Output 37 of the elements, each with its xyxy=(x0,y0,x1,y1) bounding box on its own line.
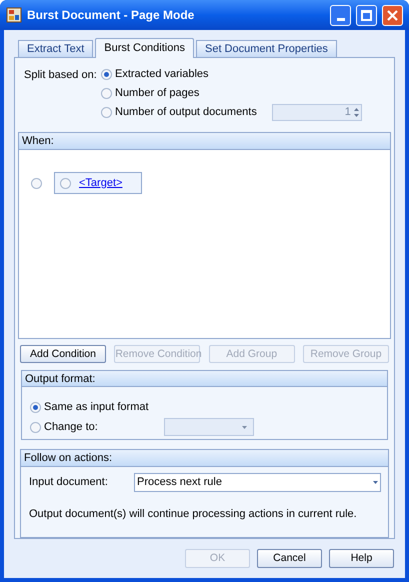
group-header: When: xyxy=(19,133,390,150)
option-label: Change to: xyxy=(44,420,99,436)
split-label: Split based on: xyxy=(24,68,98,83)
note-text: Output document(s) will continue processing actions in current rule. xyxy=(28,507,358,522)
radio-button[interactable] xyxy=(30,402,41,413)
button[interactable]: Cancel xyxy=(257,549,322,568)
input-document-label: Input document: xyxy=(29,475,109,490)
window-title: Burst Document - Page Mode xyxy=(27,7,196,24)
maximize-button[interactable] xyxy=(356,4,377,26)
dropdown-arrow-icon xyxy=(242,426,247,429)
app-icon xyxy=(6,7,22,23)
group-header: Output format: xyxy=(22,371,387,388)
radio-button[interactable] xyxy=(101,106,112,118)
dropdown-arrow-icon xyxy=(373,481,378,484)
target-link[interactable]: <Target> xyxy=(79,174,122,192)
radio-button[interactable] xyxy=(31,178,42,188)
minimize-icon xyxy=(336,18,344,20)
button[interactable]: Help xyxy=(329,549,394,568)
maximize-icon xyxy=(361,10,372,20)
close-button[interactable] xyxy=(382,4,403,26)
group-header: Follow on actions: xyxy=(21,450,388,468)
minimize-button[interactable] xyxy=(330,4,351,26)
radio-button[interactable] xyxy=(60,178,71,188)
option-label: Number of pages xyxy=(115,86,200,101)
input-document-dropdown[interactable]: Process next rule xyxy=(134,473,381,492)
option-label: Same as input format xyxy=(44,400,149,416)
spinner-arrows-icon xyxy=(354,106,359,118)
radio-button[interactable] xyxy=(30,422,41,433)
tab[interactable]: Extract Text xyxy=(18,40,94,57)
option-label: Number of output documents xyxy=(115,104,257,120)
radio-button[interactable] xyxy=(101,88,112,98)
close-icon xyxy=(387,10,398,20)
option-label: Extracted variables xyxy=(115,66,209,82)
radio-button[interactable] xyxy=(101,68,112,80)
tab[interactable]: Set Document Properties xyxy=(196,40,337,57)
button[interactable]: Add Condition xyxy=(20,345,106,364)
tab[interactable]: Burst Conditions xyxy=(95,38,194,58)
